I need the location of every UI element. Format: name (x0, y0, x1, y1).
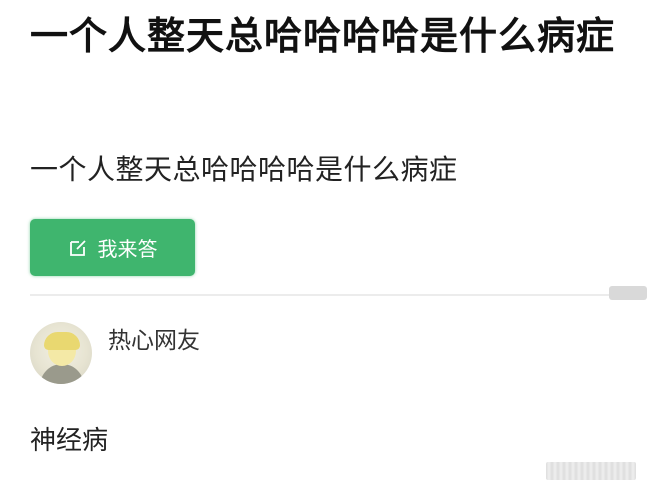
answer-button-label: 我来答 (97, 237, 158, 261)
question-title: 一个人整天总哈哈哈哈是什么病症 (30, 14, 616, 58)
watermark (546, 462, 636, 480)
edit-icon (68, 238, 88, 258)
answer-button[interactable]: 我来答 (30, 219, 195, 276)
divider (30, 294, 630, 296)
qa-page: 一个人整天总哈哈哈哈是什么病症 一个人整天总哈哈哈哈是什么病症 我来答 热心网友… (0, 0, 655, 497)
question-body: 一个人整天总哈哈哈哈是什么病症 (30, 153, 458, 186)
scrollbar-thumb[interactable] (609, 286, 647, 300)
answer-text: 神经病 (30, 426, 109, 456)
answerer-username[interactable]: 热心网友 (108, 325, 200, 357)
avatar[interactable] (30, 322, 92, 384)
